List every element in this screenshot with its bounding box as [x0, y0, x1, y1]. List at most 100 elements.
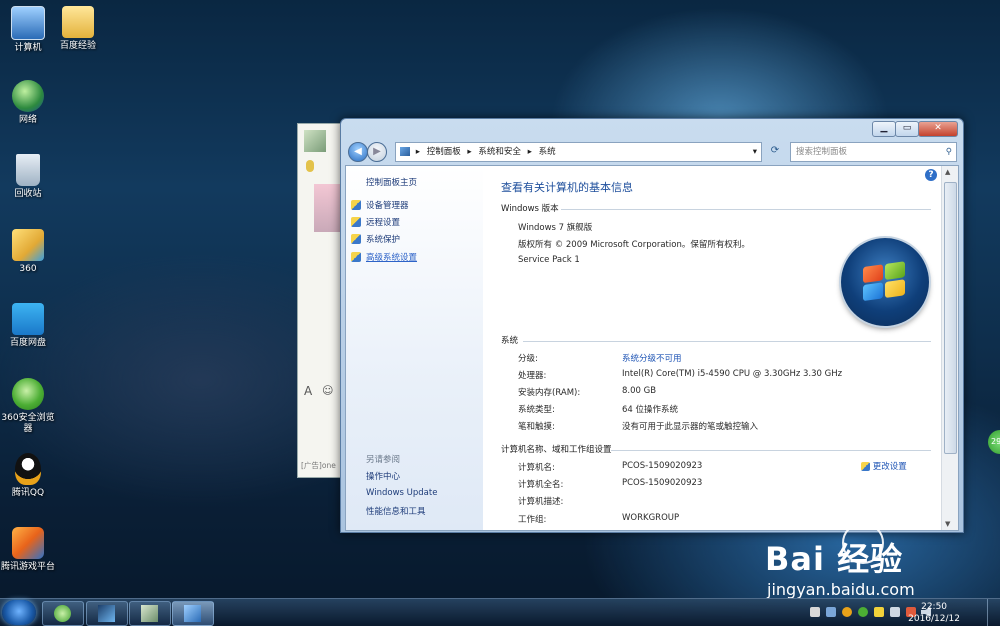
recycle-bin-icon [16, 154, 40, 186]
breadcrumb-control-panel[interactable]: 控制面板 [427, 147, 461, 157]
keyboard-icon[interactable] [810, 607, 820, 617]
control-panel-icon [184, 605, 201, 622]
taskbar-media-app[interactable] [86, 601, 128, 626]
refresh-button[interactable]: ⟳ [765, 142, 785, 160]
remote-settings-link[interactable]: 远程设置 [366, 216, 400, 228]
search-placeholder: 搜索控制面板 [796, 147, 848, 157]
change-settings-button[interactable]: 更改设置 [861, 460, 907, 472]
taskbar: 22:50 2016/12/12 [0, 598, 1000, 626]
chevron-right-icon: ▸ [527, 147, 532, 157]
taskbar-control-panel[interactable] [172, 601, 214, 626]
show-desktop-button[interactable] [987, 599, 1000, 626]
caption-buttons: ▁ ▭ ✕ [872, 121, 958, 137]
breadcrumb-system[interactable]: 系统 [539, 147, 556, 157]
start-button[interactable] [2, 600, 36, 625]
desktop-icon-tencent-games[interactable]: 腾讯游戏平台 [0, 527, 56, 573]
vertical-scrollbar[interactable]: ▲ ▼ [941, 166, 958, 530]
security-tray-icon[interactable] [874, 607, 884, 617]
usb-icon[interactable] [826, 607, 836, 617]
section-windows-edition: Windows 版本 [501, 204, 559, 214]
clock-time: 22:50 [921, 602, 948, 612]
360-browser-icon [54, 605, 71, 622]
arrow-left-icon: ◀ [354, 146, 362, 157]
system-window[interactable]: ▁ ▭ ✕ ◀ ▶ ▸ 控制面板 ▸ 系统和安全 ▸ 系统 ▾ ⟳ 搜索控制面板 ⚲… [340, 118, 964, 533]
qq-icon [15, 453, 41, 485]
side-float-badge[interactable]: 29 [988, 430, 1000, 454]
scroll-down-icon[interactable]: ▼ [945, 520, 950, 528]
device-manager-link[interactable]: 设备管理器 [366, 199, 409, 211]
rating-label: 分级: [518, 354, 538, 364]
desktop-icon-baidu-jingyan[interactable]: 百度经验 [50, 6, 106, 52]
system-type-value: 64 位操作系统 [622, 405, 679, 415]
media-app-icon [98, 605, 115, 622]
taskbar-qq-chat[interactable] [129, 601, 171, 626]
rating-value-link[interactable]: 系统分级不可用 [622, 352, 682, 364]
system-type-label: 系统类型: [518, 405, 555, 415]
network-icon [12, 80, 44, 112]
maximize-button[interactable]: ▭ [895, 121, 919, 137]
search-input[interactable]: 搜索控制面板 ⚲ [790, 142, 957, 162]
chat-window-behind[interactable]: A ☺ [广告]one [297, 123, 345, 478]
action-center-link[interactable]: 操作中心 [366, 470, 400, 482]
section-divider [523, 341, 931, 342]
pen-touch-label: 笔和触摸: [518, 422, 555, 432]
baidu-paw-icon [842, 522, 884, 564]
system-protection-link[interactable]: 系统保护 [366, 233, 400, 245]
clock-date: 2016/12/12 [908, 614, 960, 624]
folder-icon [62, 6, 94, 38]
search-icon[interactable]: ⚲ [946, 143, 952, 161]
section-computer-name: 计算机名称、域和工作组设置 [501, 445, 612, 455]
breadcrumb-system-security[interactable]: 系统和安全 [478, 147, 521, 157]
desktop-icon-360-browser[interactable]: 360安全浏览器 [0, 378, 56, 435]
scrollbar-thumb[interactable] [944, 182, 957, 454]
desktop-icon-baidu-netdisk[interactable]: 百度网盘 [0, 303, 56, 349]
clock[interactable]: 22:50 2016/12/12 [908, 601, 960, 625]
desktop-icon-label: 腾讯QQ [11, 488, 45, 498]
folder-360-icon [12, 229, 44, 261]
chat-ad-text[interactable]: [广告]one [301, 460, 343, 471]
processor-value: Intel(R) Core(TM) i5-4590 CPU @ 3.30GHz … [622, 369, 843, 379]
ram-value: 8.00 GB [622, 386, 657, 396]
control-panel-home-link[interactable]: 控制面板主页 [366, 176, 417, 188]
chevron-down-icon[interactable]: ▾ [753, 143, 757, 161]
control-panel-icon [400, 147, 410, 156]
computer-name-value: PCOS-1509020923 [622, 461, 703, 471]
360-tray-icon[interactable] [858, 607, 868, 617]
arrow-right-icon: ▶ [373, 146, 381, 157]
chevron-right-icon: ▸ [415, 147, 420, 157]
desktop-icon-computer[interactable]: 计算机 [0, 6, 56, 54]
desktop-icon-qq[interactable]: 腾讯QQ [0, 453, 56, 499]
qq-chat-icon [141, 605, 158, 622]
forward-button[interactable]: ▶ [367, 142, 387, 162]
desktop-icon-label: 360安全浏览器 [1, 413, 55, 434]
windows-update-link[interactable]: Windows Update [366, 488, 437, 498]
scroll-up-icon[interactable]: ▲ [945, 168, 950, 176]
desktop-icon-recycle-bin[interactable]: 回收站 [0, 154, 56, 200]
desktop-icon-network[interactable]: 网络 [0, 80, 56, 126]
desktop-icon-label: 回收站 [14, 189, 42, 199]
close-button[interactable]: ✕ [918, 121, 958, 137]
performance-tools-link[interactable]: 性能信息和工具 [366, 505, 426, 517]
back-button[interactable]: ◀ [348, 142, 368, 162]
help-icon[interactable]: ? [925, 169, 937, 181]
windows-edition-value: Windows 7 旗舰版 [518, 223, 593, 233]
desktop-icon-360[interactable]: 360 [0, 229, 56, 275]
tencent-games-icon [12, 527, 44, 559]
chat-avatar[interactable] [304, 130, 326, 152]
font-icon[interactable]: A [304, 384, 312, 398]
network-tray-icon[interactable] [890, 607, 900, 617]
desktop-icon-label: 网络 [18, 115, 37, 125]
watermark-url: jingyan.baidu.com [767, 580, 915, 599]
minimize-button[interactable]: ▁ [872, 121, 896, 137]
microphone-icon[interactable] [306, 160, 314, 172]
taskbar-360-browser[interactable] [42, 601, 84, 626]
advanced-system-settings-link[interactable]: 高级系统设置 [366, 251, 417, 263]
address-bar[interactable]: ▸ 控制面板 ▸ 系统和安全 ▸ 系统 ▾ [395, 142, 762, 162]
change-settings-label: 更改设置 [872, 462, 907, 472]
left-task-pane: 控制面板主页 设备管理器 远程设置 系统保护 高级系统设置 另请参阅 操作中心 … [346, 166, 483, 530]
chevron-right-icon: ▸ [467, 147, 472, 157]
navigation-bar: ◀ ▶ ▸ 控制面板 ▸ 系统和安全 ▸ 系统 ▾ ⟳ 搜索控制面板 ⚲ [345, 141, 957, 163]
emoji-icon[interactable]: ☺ [322, 384, 333, 397]
360-browser-icon [12, 378, 44, 410]
qq-tray-icon[interactable] [842, 607, 852, 617]
